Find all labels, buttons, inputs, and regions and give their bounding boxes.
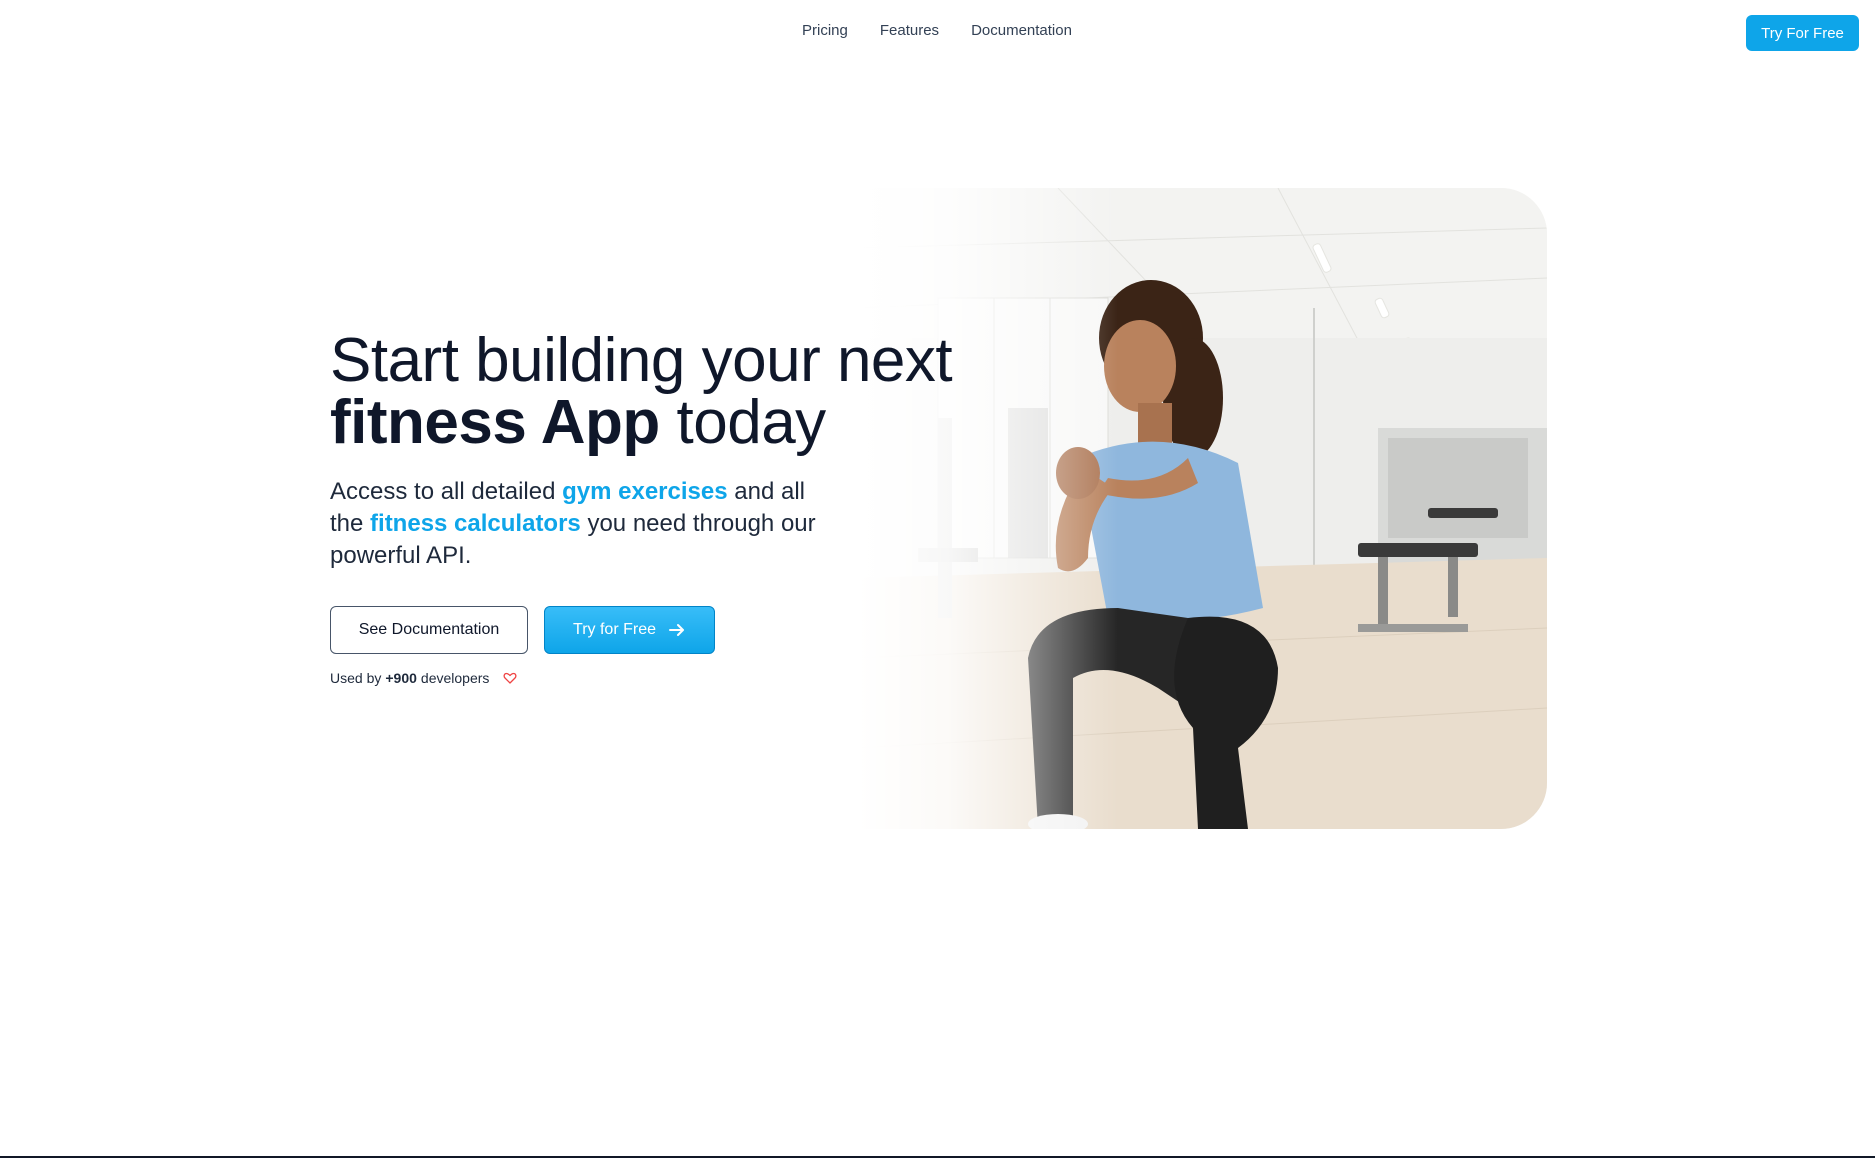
nav-link-documentation[interactable]: Documentation (971, 20, 1072, 42)
headline-bold: fitness App (330, 388, 660, 457)
hero-subheading: Access to all detailed gym exercises and… (330, 476, 830, 572)
see-documentation-button[interactable]: See Documentation (330, 606, 528, 654)
headline-rest: today (659, 388, 827, 457)
nav-links: Pricing Features Documentation (802, 20, 1072, 42)
try-for-free-label: Try for Free (573, 621, 656, 638)
hero-headline: Start building your next fitness App tod… (330, 330, 1030, 454)
subhead-accent-fitness-calculators: fitness calculators (370, 510, 581, 537)
headline-line-1: Start building your next (330, 326, 953, 395)
nav-try-for-free-button[interactable]: Try For Free (1746, 15, 1859, 51)
heart-icon (503, 671, 517, 685)
hero-cta-row: See Documentation Try for Free (330, 606, 1030, 654)
subhead-part-1: Access to all detailed (330, 478, 563, 505)
developer-count: +900 (385, 670, 417, 686)
social-proof: Used by +900 developers (330, 670, 1030, 686)
nav-link-features[interactable]: Features (880, 20, 939, 42)
try-for-free-button[interactable]: Try for Free (544, 606, 715, 654)
social-prefix: Used by (330, 670, 382, 686)
nav-link-pricing[interactable]: Pricing (802, 20, 848, 42)
arrow-right-icon (668, 621, 686, 639)
top-nav: Pricing Features Documentation Try For F… (0, 0, 1875, 64)
hero-text: Start building your next fitness App tod… (330, 330, 1030, 686)
subhead-accent-gym-exercises: gym exercises (562, 478, 728, 505)
social-suffix: developers (420, 670, 490, 686)
